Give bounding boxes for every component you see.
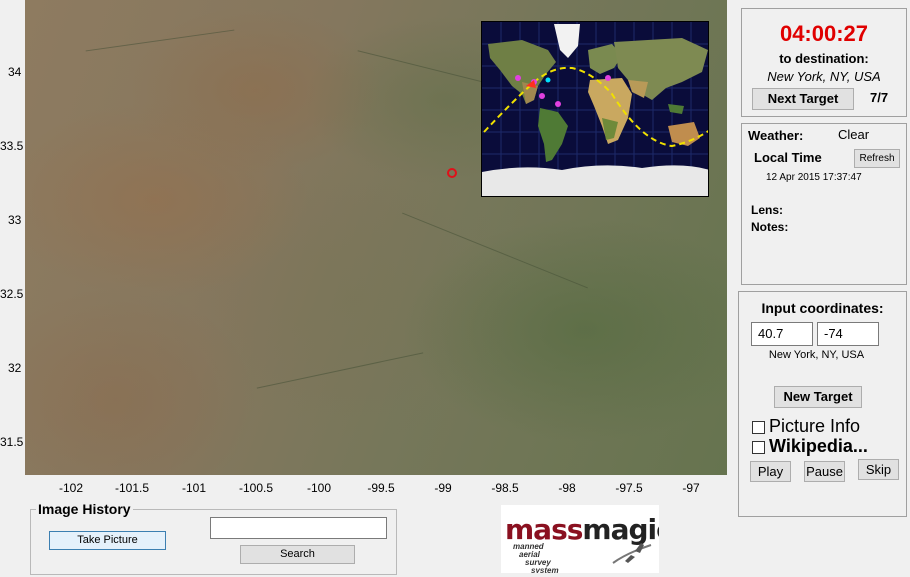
y-tick-label: 33.5 [0,139,24,153]
local-time-value: 12 Apr 2015 17:37:47 [766,172,862,183]
river-line [85,29,235,52]
x-tick-label: -102 [58,481,84,495]
y-tick-label: 31.5 [0,435,24,449]
input-coordinates-title: Input coordinates: [761,300,884,316]
local-time-label: Local Time [754,150,822,165]
river-line [256,352,424,389]
skip-button[interactable]: Skip [858,459,899,480]
next-target-button[interactable]: Next Target [752,88,854,110]
coordinates-panel: Input coordinates: 40.7 -74 New York, NY… [738,291,907,517]
countdown-panel: 04:00:27 to destination: New York, NY, U… [741,8,907,117]
longitude-input[interactable]: -74 [817,322,879,346]
x-tick-label: -101 [181,481,207,495]
pause-button[interactable]: Pause [804,461,845,482]
lens-label: Lens: [751,203,784,217]
weather-label: Weather: [748,128,804,143]
world-map-graphic [482,22,708,196]
weather-value: Clear [838,127,870,142]
x-tick-label: -98 [558,481,576,495]
image-history-title: Image History [36,501,133,517]
new-target-button[interactable]: New Target [774,386,862,408]
search-input[interactable] [210,517,387,539]
play-button[interactable]: Play [750,461,791,482]
airplane-icon [612,543,652,564]
target-counter: 7/7 [870,90,889,105]
logo-tagline: manned aerial survey system [513,542,559,574]
river-line [402,212,588,289]
coordinates-place-name: New York, NY, USA [768,349,865,361]
wikipedia-label[interactable]: Wikipedia... [769,436,868,457]
x-tick-label: -101.5 [114,481,150,495]
x-tick-label: -97 [682,481,700,495]
notes-label: Notes: [751,220,789,234]
location-info-panel: Weather: Clear Local Time Refresh 12 Apr… [741,123,907,285]
x-tick-label: -97.5 [615,481,643,495]
x-tick-label: -98.5 [491,481,519,495]
y-tick-label: 32.5 [0,287,24,301]
latitude-input[interactable]: 40.7 [751,322,813,346]
take-picture-button[interactable]: Take Picture [49,531,166,550]
refresh-button[interactable]: Refresh [854,149,900,168]
search-button[interactable]: Search [240,545,355,564]
picture-info-checkbox[interactable] [752,421,765,434]
location-marker-icon[interactable] [447,168,457,178]
wikipedia-checkbox[interactable] [752,441,765,454]
massmagic-logo: massmagic manned aerial survey system [501,505,659,573]
x-tick-label: -100 [306,481,332,495]
destination-name: New York, NY, USA [767,69,881,84]
to-destination-label: to destination: [779,51,869,66]
x-tick-label: -99.5 [367,481,395,495]
x-tick-label: -99 [434,481,452,495]
countdown-timer: 04:00:27 [779,21,869,46]
picture-info-label[interactable]: Picture Info [769,416,860,437]
world-overview-map[interactable] [481,21,709,197]
x-tick-label: -100.5 [238,481,274,495]
